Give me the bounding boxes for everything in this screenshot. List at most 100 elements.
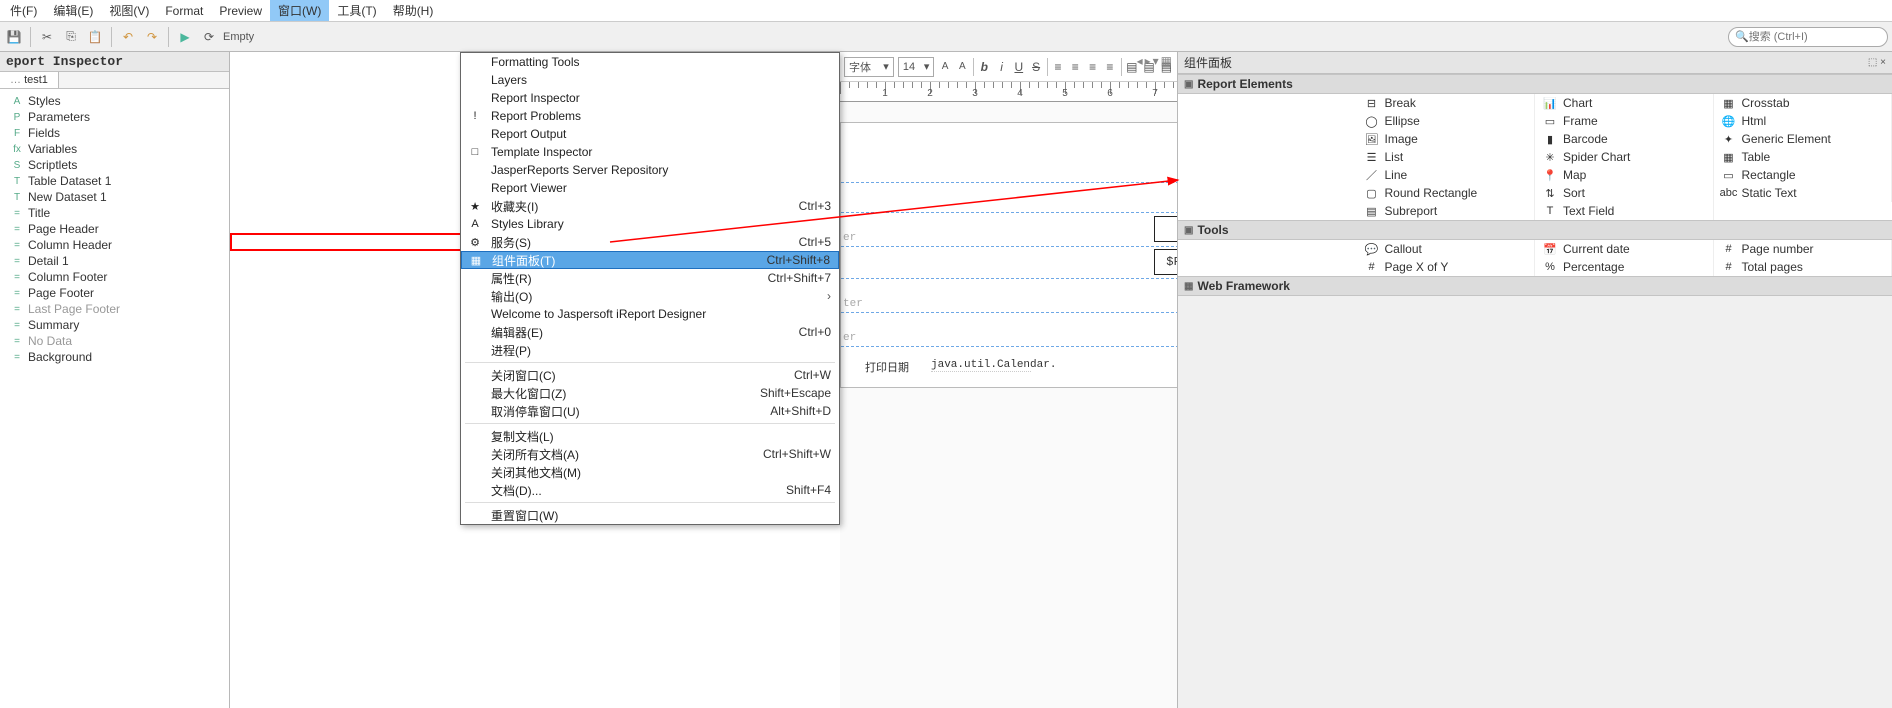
menu-item[interactable]: 关闭窗口(C)Ctrl+W	[461, 366, 839, 384]
menu-tools[interactable]: 工具(T)	[329, 0, 384, 21]
report-tree[interactable]: AStylesPParametersFFieldsfxVariablesSScr…	[0, 89, 229, 369]
menu-item[interactable]: 编辑器(E)Ctrl+0	[461, 323, 839, 341]
underline-icon[interactable]: U	[1012, 57, 1025, 77]
menu-item[interactable]: ▦组件面板(T)Ctrl+Shift+8	[461, 251, 839, 269]
align-right-icon[interactable]: ≡	[1086, 57, 1099, 77]
menu-item[interactable]: 取消停靠窗口(U)Alt+Shift+D	[461, 402, 839, 420]
tree-node[interactable]: =Column Header	[0, 237, 229, 253]
menu-item[interactable]: ★收藏夹(I)Ctrl+3	[461, 197, 839, 215]
menu-item[interactable]: Report Output	[461, 125, 839, 143]
palette-controls[interactable]: ⬚ ×	[1868, 57, 1886, 68]
tree-node[interactable]: =Page Footer	[0, 285, 229, 301]
palette-item[interactable]: ⊟Break	[1357, 94, 1536, 112]
print-date-field[interactable]: java.util.Calendar.	[931, 359, 1031, 372]
menu-edit[interactable]: 编辑(E)	[45, 0, 101, 21]
palette-item[interactable]: abcStatic Text	[1714, 184, 1892, 202]
menu-help[interactable]: 帮助(H)	[385, 0, 442, 21]
menu-item[interactable]: 进程(P)	[461, 341, 839, 359]
palette-item[interactable]: 📍Map	[1535, 166, 1714, 184]
menu-item[interactable]: Report Viewer	[461, 179, 839, 197]
menu-view[interactable]: 视图(V)	[101, 0, 157, 21]
tree-node[interactable]: TNew Dataset 1	[0, 189, 229, 205]
dropdown-icon[interactable]: ▾	[1153, 54, 1159, 68]
palette-item[interactable]: 📊Chart	[1535, 94, 1714, 112]
grid-icon[interactable]: ▦	[1161, 54, 1172, 68]
palette-item[interactable]: ⇅Sort	[1535, 184, 1714, 202]
tree-node[interactable]: =Column Footer	[0, 269, 229, 285]
window-dropdown[interactable]: Formatting ToolsLayersReport Inspector!R…	[460, 52, 840, 525]
tree-node[interactable]: TTable Dataset 1	[0, 173, 229, 189]
menu-item[interactable]: Report Inspector	[461, 89, 839, 107]
tree-node[interactable]: =Last Page Footer	[0, 301, 229, 317]
menu-item[interactable]: 复制文档(L)	[461, 427, 839, 445]
palette-item[interactable]: ▤Subreport	[1357, 202, 1536, 220]
menu-item[interactable]: 最大化窗口(Z)Shift+Escape	[461, 384, 839, 402]
menu-item[interactable]: !Report Problems	[461, 107, 839, 125]
palette-item[interactable]: 📅Current date	[1535, 240, 1714, 258]
palette-item[interactable]: #Page X of Y	[1357, 258, 1536, 276]
menu-item[interactable]: 文档(D)...Shift+F4	[461, 481, 839, 499]
tree-node[interactable]: =Summary	[0, 317, 229, 333]
tree-node[interactable]: fxVariables	[0, 141, 229, 157]
palette-item[interactable]: ▭Rectangle	[1714, 166, 1892, 184]
refresh-icon[interactable]: ⟳	[199, 27, 219, 47]
inc-size-icon[interactable]: A	[938, 57, 951, 77]
menu-file[interactable]: 件(F)	[2, 0, 45, 21]
search-input[interactable]	[1749, 31, 1891, 43]
palette-item[interactable]: %Percentage	[1535, 258, 1714, 276]
palette-item[interactable]: ▢Round Rectangle	[1357, 184, 1536, 202]
palette-item[interactable]: ✦Generic Element	[1714, 130, 1892, 148]
redo-icon[interactable]: ↷	[142, 27, 162, 47]
palette-item[interactable]: TText Field	[1535, 202, 1714, 220]
palette-item[interactable]: ▭Frame	[1535, 112, 1714, 130]
save-icon[interactable]: 💾	[4, 27, 24, 47]
strike-icon[interactable]: S	[1029, 57, 1042, 77]
palette-item[interactable]: ▦Table	[1714, 148, 1892, 166]
tree-node[interactable]: =Title	[0, 205, 229, 221]
copy-icon[interactable]: ⎘	[61, 27, 81, 47]
tree-node[interactable]: SScriptlets	[0, 157, 229, 173]
section-tools[interactable]: ▣Tools	[1178, 220, 1892, 240]
run-icon[interactable]: ▶	[175, 27, 195, 47]
inspector-tab[interactable]: … test1	[0, 72, 59, 88]
menu-item[interactable]: Layers	[461, 71, 839, 89]
palette-item[interactable]: 🖼Image	[1357, 130, 1536, 148]
prev-icon[interactable]: ◂	[1137, 54, 1143, 68]
palette-item[interactable]: ／Line	[1357, 166, 1536, 184]
menu-item[interactable]: 关闭其他文档(M)	[461, 463, 839, 481]
menu-item[interactable]: Formatting Tools	[461, 53, 839, 71]
search-box[interactable]: 🔍	[1728, 27, 1888, 47]
menu-item[interactable]: Welcome to Jaspersoft iReport Designer	[461, 305, 839, 323]
palette-item[interactable]: ◯Ellipse	[1357, 112, 1536, 130]
section-report-elements[interactable]: ▣Report Elements	[1178, 74, 1892, 94]
menu-item[interactable]: 关闭所有文档(A)Ctrl+Shift+W	[461, 445, 839, 463]
tree-node[interactable]: =Page Header	[0, 221, 229, 237]
menu-item[interactable]: 重置窗口(W)	[461, 506, 839, 524]
tree-node[interactable]: =Detail 1	[0, 253, 229, 269]
dec-size-icon[interactable]: A	[956, 57, 969, 77]
menu-preview[interactable]: Preview	[211, 2, 270, 20]
bold-icon[interactable]: b	[978, 57, 991, 77]
size-combo[interactable]: 14▾	[898, 57, 935, 77]
menu-window[interactable]: 窗口(W)	[270, 0, 329, 21]
menu-item[interactable]: AStyles Library	[461, 215, 839, 233]
palette-item[interactable]: #Page number	[1714, 240, 1892, 258]
tree-node[interactable]: AStyles	[0, 93, 229, 109]
italic-icon[interactable]: i	[995, 57, 1008, 77]
menu-item[interactable]: 属性(R)Ctrl+Shift+7	[461, 269, 839, 287]
palette-item[interactable]: 💬Callout	[1357, 240, 1536, 258]
undo-icon[interactable]: ↶	[118, 27, 138, 47]
tree-node[interactable]: PParameters	[0, 109, 229, 125]
palette-item[interactable]: ☰List	[1357, 148, 1536, 166]
align-justify-icon[interactable]: ≡	[1103, 57, 1116, 77]
section-web-framework[interactable]: ▦Web Framework	[1178, 276, 1892, 296]
menu-item[interactable]: ⚙服务(S)Ctrl+5	[461, 233, 839, 251]
menu-item[interactable]: □Template Inspector	[461, 143, 839, 161]
menu-format[interactable]: Format	[157, 2, 211, 20]
cut-icon[interactable]: ✂	[37, 27, 57, 47]
font-combo[interactable]: 字体▾	[844, 57, 894, 77]
palette-item[interactable]: ▦Crosstab	[1714, 94, 1892, 112]
tree-node[interactable]: =Background	[0, 349, 229, 365]
palette-item[interactable]: #Total pages	[1714, 258, 1892, 276]
align-left-icon[interactable]: ≡	[1051, 57, 1064, 77]
